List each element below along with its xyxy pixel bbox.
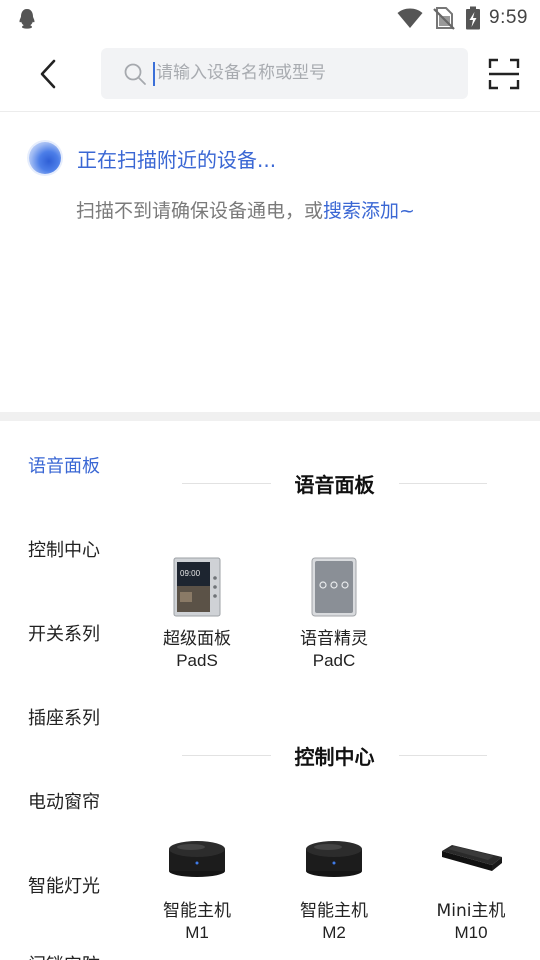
scanning-radar-icon xyxy=(29,142,61,174)
product-card-pads[interactable]: 09:00 超级面板 PadS xyxy=(137,552,257,672)
hint-text: 扫描不到请确保设备通电，或 xyxy=(76,200,324,222)
search-header: 请输入设备名称或型号 xyxy=(0,36,540,112)
search-placeholder: 请输入设备名称或型号 xyxy=(156,63,326,83)
product-model: M2 xyxy=(322,923,346,942)
search-add-link[interactable]: 搜索添加~ xyxy=(323,200,415,222)
sidebar-item-control-center[interactable]: 控制中心 xyxy=(28,536,100,562)
product-name: Mini主机 xyxy=(436,901,506,921)
product-card-m2[interactable]: 智能主机 M2 xyxy=(274,824,394,944)
back-button[interactable] xyxy=(30,56,66,92)
voice-panel-icon xyxy=(311,557,357,617)
svg-text:09:00: 09:00 xyxy=(180,569,201,578)
scanning-hint: 扫描不到请确保设备通电，或搜索添加~ xyxy=(76,196,415,226)
product-model: PadS xyxy=(176,651,218,670)
no-sim-icon xyxy=(433,7,455,30)
hub-icon xyxy=(169,841,225,877)
product-name: 智能主机 xyxy=(300,901,368,921)
product-model: PadC xyxy=(312,651,356,670)
section-title-control-center: 控制中心 xyxy=(182,741,487,769)
sidebar-item-sockets[interactable]: 插座系列 xyxy=(28,704,100,730)
sidebar-item-lighting[interactable]: 智能灯光 xyxy=(28,872,100,898)
scan-qr-button[interactable] xyxy=(488,58,520,90)
wifi-icon xyxy=(397,8,423,28)
sidebar-item-curtains[interactable]: 电动窗帘 xyxy=(28,788,100,814)
text-cursor xyxy=(153,62,155,86)
status-time: 9:59 xyxy=(489,7,528,28)
sidebar-item-switches[interactable]: 开关系列 xyxy=(28,620,100,646)
product-card-padc[interactable]: 语音精灵 PadC xyxy=(274,552,394,672)
product-model: M10 xyxy=(454,923,488,942)
section-title-voice-panel: 语音面板 xyxy=(182,469,487,497)
sidebar-item-locks[interactable]: 门锁安防 xyxy=(28,951,100,960)
sidebar-item-voice-panel[interactable]: 语音面板 xyxy=(28,452,100,478)
scanning-text: 正在扫描附近的设备... xyxy=(77,147,277,172)
product-card-m1[interactable]: 智能主机 M1 xyxy=(137,824,257,944)
product-card-m10[interactable]: Mini主机 M10 xyxy=(411,824,531,944)
search-input[interactable]: 请输入设备名称或型号 xyxy=(101,48,468,99)
scan-icon xyxy=(488,58,520,90)
product-name: 语音精灵 xyxy=(300,629,368,649)
scanning-status: 正在扫描附近的设备... xyxy=(29,141,276,175)
battery-charging-icon xyxy=(466,6,481,30)
status-bar: 9:59 xyxy=(0,0,540,36)
qq-notification-icon xyxy=(19,9,35,29)
product-name: 超级面板 xyxy=(163,629,231,649)
product-model: M1 xyxy=(185,923,209,942)
category-sidebar: 语音面板 控制中心 开关系列 插座系列 电动窗帘 智能灯光 门锁安防 xyxy=(0,421,140,960)
chevron-left-icon xyxy=(40,59,56,89)
mini-hub-icon xyxy=(442,845,502,871)
section-divider xyxy=(0,412,540,421)
search-icon xyxy=(124,63,146,85)
hub-icon xyxy=(306,841,362,877)
smart-panel-icon: 09:00 xyxy=(173,557,221,617)
product-name: 智能主机 xyxy=(163,901,231,921)
